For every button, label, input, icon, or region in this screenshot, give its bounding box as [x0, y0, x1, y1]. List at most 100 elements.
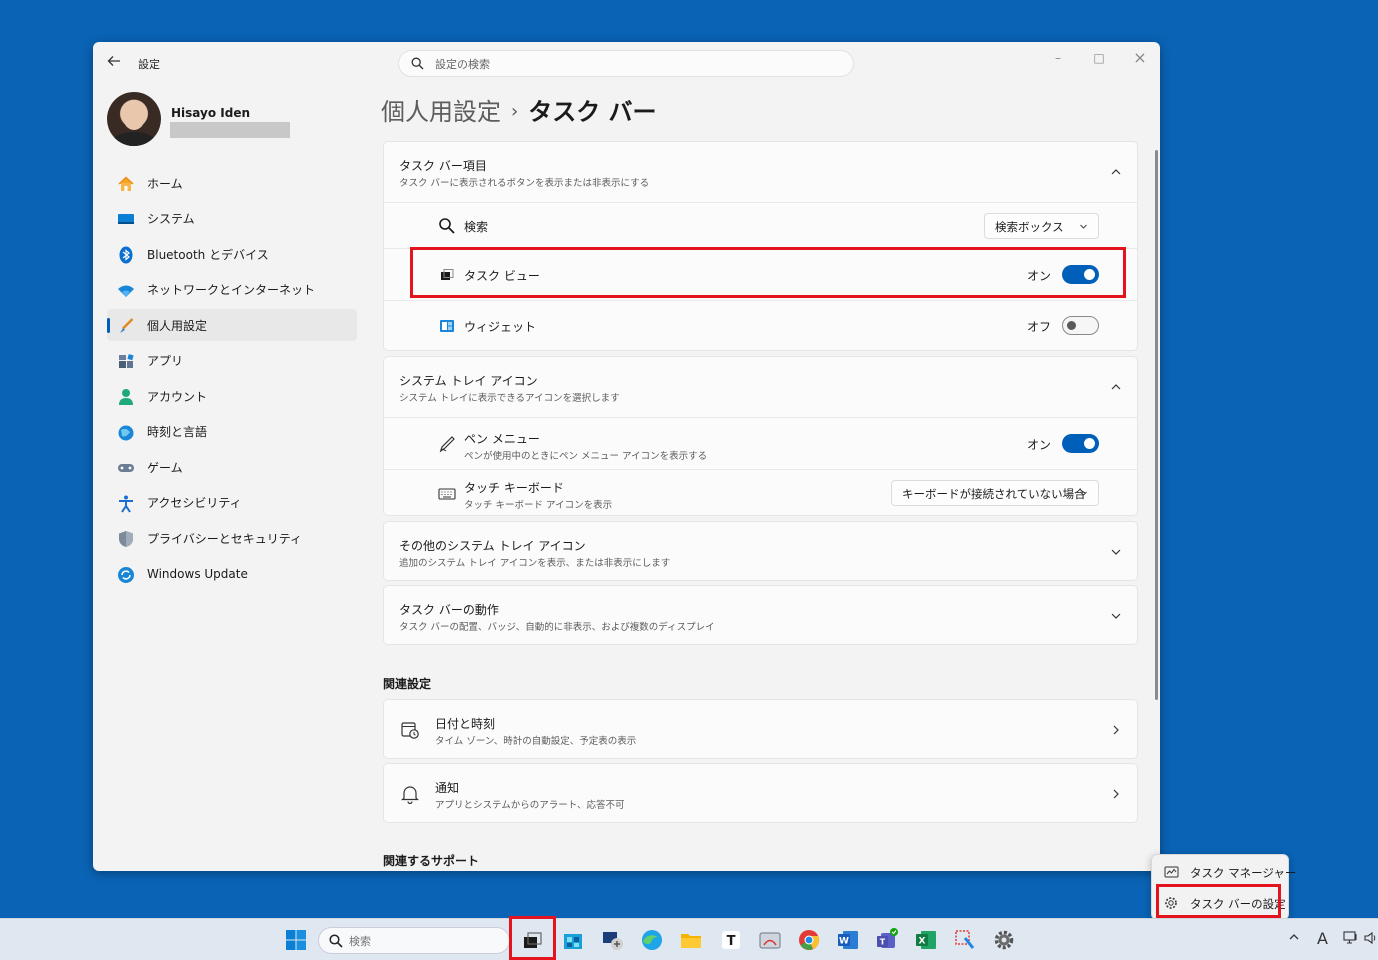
sidebar-item-apps[interactable]: アプリ [107, 345, 357, 377]
toggle-state-label: オン [1026, 438, 1051, 452]
row-label: ペン メニュー [464, 432, 540, 446]
related-support-heading: 関連するサポート [383, 854, 480, 868]
tray-overflow-chevron[interactable] [1288, 931, 1300, 947]
sidebar-item-label: システム [147, 212, 195, 226]
store-icon[interactable] [561, 928, 585, 952]
ime-indicator[interactable]: A [1317, 929, 1328, 948]
sidebar-item-bluetooth[interactable]: Bluetooth とデバイス [107, 238, 357, 270]
avatar [107, 92, 161, 146]
minimize-button[interactable]: – [1044, 48, 1072, 68]
chevron-down-icon [1111, 613, 1121, 619]
snip-sketch-icon[interactable] [953, 928, 977, 952]
sidebar-item-system[interactable]: システム [107, 203, 357, 235]
sidebar-item-privacy-security[interactable]: プライバシーとセキュリティ [107, 522, 357, 554]
taskbar-items-header[interactable]: タスク バー項目 タスク バーに表示されるボタンを表示または非表示にする [384, 142, 1137, 202]
settings-search-input[interactable] [435, 55, 835, 73]
apps-icon [119, 353, 134, 368]
sidebar-item-home[interactable]: ホーム [107, 167, 357, 199]
sidebar-item-label: プライバシーとセキュリティ [147, 531, 303, 546]
sidebar-item-gaming[interactable]: ゲーム [107, 451, 357, 483]
card-subtitle: タスク バーに表示されるボタンを表示または非表示にする [399, 178, 650, 189]
word-icon[interactable]: W [836, 928, 860, 952]
row-label: 検索 [464, 220, 489, 234]
settings-gear-icon[interactable] [992, 928, 1016, 952]
card-subtitle: タスク バーの配置、バッジ、自動的に非表示、および複数のディスプレイ [399, 622, 715, 633]
breadcrumb-parent[interactable]: 個人用設定 [381, 98, 501, 126]
card-title: タスク バー項目 [399, 159, 487, 173]
pen-menu-toggle[interactable] [1062, 434, 1099, 453]
settings-search[interactable] [398, 50, 854, 77]
back-arrow-icon [107, 56, 120, 66]
network-tray[interactable] [1343, 931, 1359, 949]
chevron-right-icon [1113, 725, 1119, 735]
folder-icon[interactable] [679, 928, 703, 952]
taskbar-task-view-highlight [509, 916, 556, 960]
taskbar-behaviors-card[interactable]: タスク バーの動作 タスク バーの配置、バッジ、自動的に非表示、および複数のディ… [383, 585, 1138, 645]
sidebar-item-label: アクセシビリティ [147, 496, 242, 510]
start-icon[interactable] [284, 928, 308, 952]
maximize-button[interactable]: □ [1085, 48, 1113, 68]
menu-item-label: タスク マネージャー [1190, 866, 1297, 880]
toggle-state-label: オフ [1026, 320, 1051, 334]
card-subtitle: システム トレイに表示できるアイコンを選択します [399, 393, 620, 404]
touch-keyboard-select[interactable]: キーボードが接続されていない場合 [891, 480, 1099, 506]
sidebar-item-accounts[interactable]: アカウント [107, 380, 357, 412]
taskbar-search[interactable] [318, 927, 510, 954]
card-subtitle: アプリとシステムからのアラート、応答不可 [435, 800, 625, 811]
sidebar-item-accessibility[interactable]: アクセシビリティ [107, 487, 357, 519]
gaming-icon [118, 464, 134, 472]
sidebar-item-network[interactable]: ネットワークとインターネット [107, 274, 357, 306]
task-view-highlight [410, 247, 1126, 298]
search-mode-select[interactable]: 検索ボックス [984, 213, 1099, 239]
remote-desktop-icon[interactable] [601, 928, 625, 952]
search-icon [439, 218, 455, 234]
svg-text:T: T [880, 938, 886, 947]
sidebar-item-label: アプリ [147, 354, 184, 368]
sidebar-item-personalization[interactable]: 個人用設定 [107, 309, 357, 341]
bell-icon [401, 786, 419, 804]
text-app-icon[interactable]: T [719, 928, 743, 952]
snipping-tool-icon[interactable] [758, 928, 782, 952]
monitor-network-icon [1343, 931, 1357, 944]
notifications-link[interactable]: 通知 アプリとシステムからのアラート、応答不可 [383, 763, 1138, 823]
menu-item-task-manager[interactable]: タスク マネージャー [1152, 857, 1296, 887]
sidebar-item-label: ホーム [147, 176, 183, 191]
setting-row-pen-menu: ペン メニュー ペンが使用中のときにペン メニュー アイコンを表示する オン [384, 417, 1137, 469]
card-title: その他のシステム トレイ アイコン [399, 539, 586, 553]
setting-row-widgets: ウィジェット オフ [384, 300, 1137, 352]
scrollbar[interactable] [1155, 150, 1158, 700]
volume-tray[interactable] [1364, 931, 1378, 949]
chevron-up-icon[interactable] [1109, 165, 1123, 179]
date-time-link[interactable]: 日付と時刻 タイム ゾーン、時計の自動設定、予定表の表示 [383, 699, 1138, 759]
bluetooth-icon [119, 246, 133, 264]
home-icon [118, 176, 134, 191]
taskbar-search-input[interactable] [349, 932, 499, 950]
sidebar-item-time-language[interactable]: 時刻と言語 [107, 416, 357, 448]
row-label: ウィジェット [464, 320, 537, 334]
accessibility-icon [119, 495, 133, 513]
search-icon [329, 934, 343, 948]
card-subtitle: タイム ゾーン、時計の自動設定、予定表の表示 [435, 736, 637, 747]
breadcrumb-separator: › [511, 101, 519, 122]
teams-icon[interactable]: T [875, 928, 899, 952]
system-tray-header[interactable]: システム トレイ アイコン システム トレイに表示できるアイコンを選択します [384, 357, 1137, 417]
sidebar-item-label: ゲーム [147, 460, 183, 475]
system-tray-card: システム トレイ アイコン システム トレイに表示できるアイコンを選択します ペ… [383, 356, 1138, 516]
widgets-toggle[interactable] [1062, 316, 1099, 335]
excel-icon[interactable]: X [914, 928, 938, 952]
keyboard-icon [438, 488, 456, 500]
system-icon [118, 213, 134, 224]
chevron-down-icon [1080, 491, 1087, 496]
other-tray-icons-card[interactable]: その他のシステム トレイ アイコン 追加のシステム トレイ アイコンを表示、また… [383, 521, 1138, 581]
chevron-up-icon[interactable] [1109, 380, 1123, 394]
setting-row-search: 検索 検索ボックス [384, 202, 1137, 248]
sidebar-item-windows-update[interactable]: Windows Update [107, 558, 357, 590]
edge-icon[interactable] [640, 928, 664, 952]
windows-update-icon [118, 566, 134, 583]
taskbar-settings-highlight [1156, 884, 1281, 918]
back-button[interactable] [107, 54, 123, 70]
search-icon [411, 57, 424, 70]
close-button[interactable]: × [1126, 48, 1154, 68]
svg-text:W: W [839, 937, 849, 947]
chrome-icon[interactable] [797, 928, 821, 952]
